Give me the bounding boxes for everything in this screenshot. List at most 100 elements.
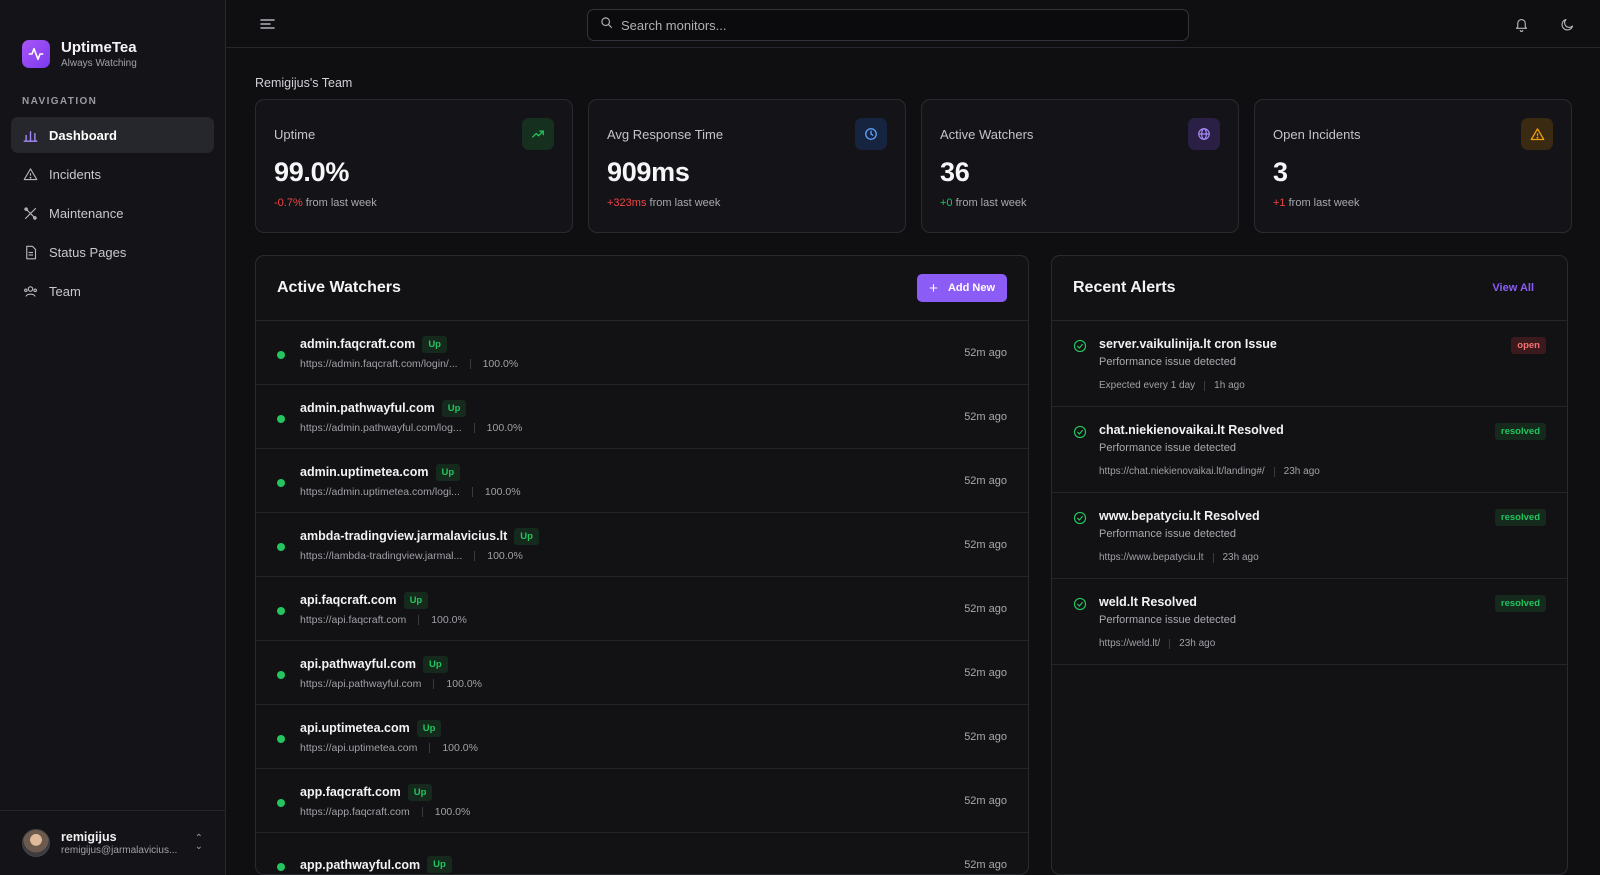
watcher-url: https://admin.faqcraft.com/login/... bbox=[300, 357, 458, 370]
watcher-name: api.faqcraft.com bbox=[300, 593, 397, 607]
sidebar-item-incidents[interactable]: Incidents bbox=[11, 156, 214, 192]
divider bbox=[471, 486, 473, 497]
alert-description: Performance issue detected bbox=[1099, 528, 1236, 540]
watcher-url: https://api.uptimetea.com bbox=[300, 741, 418, 754]
stat-change: +0 from last week bbox=[940, 197, 1027, 209]
watcher-uptime: 100.0% bbox=[487, 549, 523, 562]
watcher-row[interactable]: app.pathwayful.com Up 52m ago bbox=[256, 833, 1028, 874]
watcher-row[interactable]: admin.uptimetea.com Up https://admin.uptim… bbox=[256, 449, 1028, 513]
stat-card-open-incidents: Open Incidents 3 +1 from last week bbox=[1254, 99, 1572, 233]
globe-icon bbox=[1188, 118, 1220, 150]
watcher-row[interactable]: api.uptimetea.com Up https://api.uptimetea… bbox=[256, 705, 1028, 769]
sidebar-item-status-pages[interactable]: Status Pages bbox=[11, 234, 214, 270]
watcher-url: https://admin.pathwayful.com/log... bbox=[300, 421, 462, 434]
status-badge: Up bbox=[427, 856, 452, 873]
status-badge: Up bbox=[407, 783, 433, 801]
watcher-name-line: api.uptimetea.com Up bbox=[300, 719, 478, 737]
divider bbox=[1273, 466, 1275, 477]
alert-title: server.vaikulinija.lt cron Issue bbox=[1099, 337, 1277, 351]
watcher-row[interactable]: admin.faqcraft.com Up https://admin.faqcra… bbox=[256, 321, 1028, 385]
watcher-meta: https://app.faqcraft.com 100.0% bbox=[300, 806, 470, 818]
stat-value: 99.0% bbox=[274, 157, 350, 187]
watcher-time: 52m ago bbox=[964, 859, 1007, 871]
add-new-button[interactable]: + Add New bbox=[917, 274, 1007, 302]
watcher-row[interactable]: ambda-tradingview.jarmalavicius.lt Up http… bbox=[256, 513, 1028, 577]
sidebar-item-label: Status Pages bbox=[49, 244, 127, 260]
alert-meta: https://chat.niekienovaikai.lt/landing#/… bbox=[1099, 466, 1320, 477]
alert-status-badge: resolved bbox=[1494, 595, 1546, 612]
watcher-url: https://api.pathwayful.com bbox=[300, 677, 422, 690]
watcher-meta: https://admin.pathwayful.com/log... 100.0… bbox=[300, 422, 522, 434]
brand[interactable]: UptimeTea Always Watching bbox=[0, 0, 225, 82]
watcher-row[interactable]: app.faqcraft.com Up https://app.faqcraft.c… bbox=[256, 769, 1028, 833]
check-circle-icon bbox=[1073, 597, 1087, 611]
moon-icon[interactable] bbox=[1558, 15, 1576, 33]
watcher-row[interactable]: api.faqcraft.com Up https://api.faqcraft.c… bbox=[256, 577, 1028, 641]
divider bbox=[433, 678, 435, 689]
watcher-uptime: 100.0% bbox=[431, 613, 467, 626]
check-circle-icon bbox=[1073, 425, 1087, 439]
team-name: Remigijus's Team bbox=[255, 76, 353, 90]
watcher-name-line: ambda-tradingview.jarmalavicius.lt Up bbox=[300, 527, 539, 545]
alert-row[interactable]: www.bepatyciu.lt Resolved Performance iss… bbox=[1052, 493, 1567, 579]
watcher-name-line: app.faqcraft.com Up bbox=[300, 783, 470, 801]
alert-row[interactable]: weld.lt Resolved Performance issue detect… bbox=[1052, 579, 1567, 665]
alert-description: Performance issue detected bbox=[1099, 614, 1236, 626]
status-badge: Up bbox=[423, 655, 448, 673]
divider bbox=[421, 806, 423, 817]
watcher-time: 52m ago bbox=[964, 475, 1007, 487]
bell-icon[interactable] bbox=[1512, 15, 1530, 33]
alert-title: chat.niekienovaikai.lt Resolved bbox=[1099, 423, 1284, 437]
user-email: remigijus@jarmalavicius... bbox=[61, 845, 178, 856]
alert-row[interactable]: server.vaikulinija.lt cron Issue Performa… bbox=[1052, 321, 1567, 407]
view-all-link[interactable]: View All bbox=[1492, 282, 1534, 294]
sidebar-item-label: Team bbox=[49, 283, 81, 299]
main-area: Remigijus's Team Uptime 99.0% -0.7% from… bbox=[226, 0, 1600, 875]
divider bbox=[1212, 552, 1214, 563]
alert-meta: https://www.bepatyciu.lt 23h ago bbox=[1099, 552, 1260, 563]
panels-row: Active Watchers + Add New admin.faqcraft… bbox=[255, 255, 1572, 875]
alert-status-badge: resolved bbox=[1494, 423, 1546, 440]
sidebar: UptimeTea Always Watching NAVIGATION Das… bbox=[0, 0, 226, 875]
check-circle-icon bbox=[1073, 511, 1087, 525]
user-menu[interactable]: remigijus remigijus@jarmalavicius... ⌃ ⌄ bbox=[0, 810, 225, 875]
alert-time: 23h ago bbox=[1179, 638, 1216, 649]
sidebar-item-maintenance[interactable]: Maintenance bbox=[11, 195, 214, 231]
status-badge: Up bbox=[403, 591, 429, 609]
alert-time: 23h ago bbox=[1283, 466, 1320, 477]
status-badge: Up bbox=[435, 463, 461, 481]
watcher-name: app.faqcraft.com bbox=[300, 785, 401, 799]
watcher-name-line: api.faqcraft.com Up bbox=[300, 591, 467, 609]
watcher-meta: https://lambda-tradingview.jarmal... 100.… bbox=[300, 550, 539, 562]
divider bbox=[473, 422, 475, 433]
divider bbox=[1169, 638, 1171, 649]
watcher-time: 52m ago bbox=[964, 667, 1007, 679]
watcher-url: https://app.faqcraft.com bbox=[300, 805, 410, 818]
status-dot bbox=[277, 862, 285, 871]
search-input[interactable] bbox=[621, 17, 1161, 33]
brand-tagline: Always Watching bbox=[61, 58, 137, 69]
sidebar-item-dashboard[interactable]: Dashboard bbox=[11, 117, 214, 153]
watcher-meta: https://admin.uptimetea.com/logi... 100.0… bbox=[300, 486, 521, 498]
watcher-name-line: admin.faqcraft.com Up bbox=[300, 335, 518, 353]
alert-description: Performance issue detected bbox=[1099, 442, 1236, 454]
sidebar-item-team[interactable]: Team bbox=[11, 273, 214, 309]
stat-card-active-watchers: Active Watchers 36 +0 from last week bbox=[921, 99, 1239, 233]
watcher-meta: https://admin.faqcraft.com/login/... 100.… bbox=[300, 358, 518, 370]
watcher-time: 52m ago bbox=[964, 795, 1007, 807]
topbar bbox=[226, 0, 1600, 48]
alert-meta: Expected every 1 day 1h ago bbox=[1099, 380, 1277, 391]
user-name: remigijus bbox=[61, 830, 117, 844]
divider bbox=[474, 550, 476, 561]
alert-row[interactable]: chat.niekienovaikai.lt Resolved Performan… bbox=[1052, 407, 1567, 493]
stat-change: +323ms from last week bbox=[607, 197, 721, 209]
watcher-name: admin.pathwayful.com bbox=[300, 401, 435, 415]
stat-value: 909ms bbox=[607, 157, 690, 187]
watcher-time: 52m ago bbox=[964, 731, 1007, 743]
watcher-row[interactable]: api.pathwayful.com Up https://api.pathwayf… bbox=[256, 641, 1028, 705]
watcher-row[interactable]: admin.pathwayful.com Up https://admin.path… bbox=[256, 385, 1028, 449]
menu-icon[interactable] bbox=[258, 15, 276, 33]
active-watchers-panel: Active Watchers + Add New admin.faqcraft… bbox=[255, 255, 1029, 875]
status-dot bbox=[277, 606, 285, 615]
panel-title: Active Watchers bbox=[277, 279, 401, 296]
